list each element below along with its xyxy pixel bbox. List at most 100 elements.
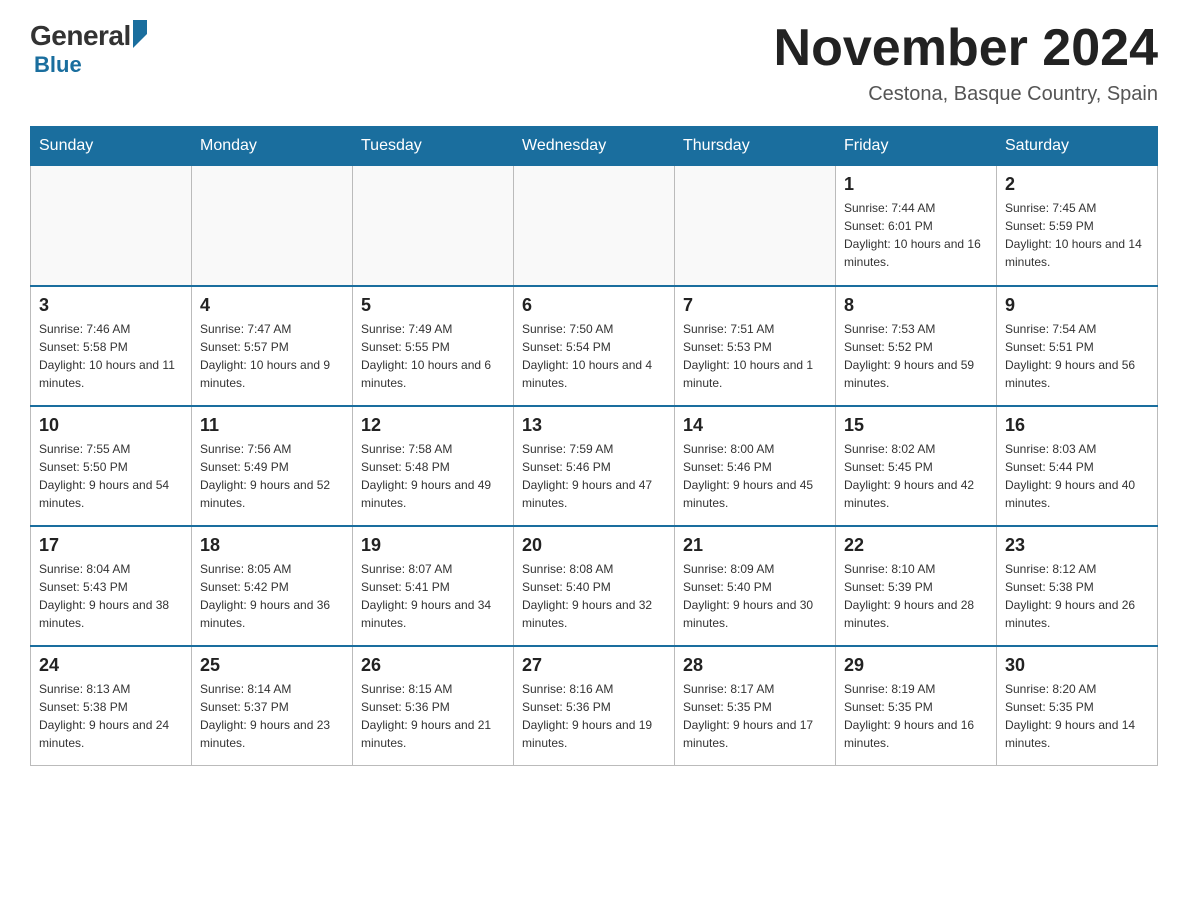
calendar-day-cell: 12 Sunrise: 7:58 AM Sunset: 5:48 PM Dayli… xyxy=(353,406,514,526)
calendar-day-cell: 6Sunrise: 7:50 AM Sunset: 5:54 PM Daylig… xyxy=(514,286,675,406)
day-info: Sunrise: 8:08 AM Sunset: 5:40 PM Dayligh… xyxy=(522,560,666,632)
calendar-day-cell: 1Sunrise: 7:44 AM Sunset: 6:01 PM Daylig… xyxy=(836,166,997,286)
day-number: 18 xyxy=(200,535,344,556)
calendar-day-cell: 26 Sunrise: 8:15 AM Sunset: 5:36 PM Dayli… xyxy=(353,646,514,766)
calendar-day-cell xyxy=(192,166,353,286)
page-header: General Blue November 2024 Cestona, Basq… xyxy=(30,20,1158,106)
calendar-day-cell: 14Sunrise: 8:00 AM Sunset: 5:46 PM Dayli… xyxy=(675,406,836,526)
day-of-week-header: Monday xyxy=(192,127,353,166)
day-info: Sunrise: 7:58 AM Sunset: 5:48 PM Dayligh… xyxy=(361,440,505,512)
day-info: Sunrise: 8:02 AM Sunset: 5:45 PM Dayligh… xyxy=(844,440,988,512)
day-number: 24 xyxy=(39,655,183,676)
calendar-day-cell: 27 Sunrise: 8:16 AM Sunset: 5:36 PM Dayli… xyxy=(514,646,675,766)
day-number: 1 xyxy=(844,174,988,195)
calendar-day-cell xyxy=(514,166,675,286)
day-info: Sunrise: 8:03 AM Sunset: 5:44 PM Dayligh… xyxy=(1005,440,1149,512)
calendar-day-cell: 2 Sunrise: 7:45 AM Sunset: 5:59 PM Daylig… xyxy=(997,166,1158,286)
day-number: 8 xyxy=(844,295,988,316)
day-number: 11 xyxy=(200,415,344,436)
day-of-week-header: Tuesday xyxy=(353,127,514,166)
calendar-day-cell: 28 Sunrise: 8:17 AM Sunset: 5:35 PM Dayli… xyxy=(675,646,836,766)
calendar-day-cell: 30 Sunrise: 8:20 AM Sunset: 5:35 PM Dayli… xyxy=(997,646,1158,766)
calendar-day-cell: 22 Sunrise: 8:10 AM Sunset: 5:39 PM Dayli… xyxy=(836,526,997,646)
calendar-day-cell: 13 Sunrise: 7:59 AM Sunset: 5:46 PM Dayli… xyxy=(514,406,675,526)
calendar-day-cell: 9 Sunrise: 7:54 AM Sunset: 5:51 PM Daylig… xyxy=(997,286,1158,406)
calendar-table: SundayMondayTuesdayWednesdayThursdayFrid… xyxy=(30,126,1158,766)
logo-triangle-icon xyxy=(133,20,147,48)
calendar-day-cell: 25 Sunrise: 8:14 AM Sunset: 5:37 PM Dayli… xyxy=(192,646,353,766)
day-info: Sunrise: 8:16 AM Sunset: 5:36 PM Dayligh… xyxy=(522,680,666,752)
day-of-week-header: Wednesday xyxy=(514,127,675,166)
calendar-day-cell: 7 Sunrise: 7:51 AM Sunset: 5:53 PM Daylig… xyxy=(675,286,836,406)
day-number: 30 xyxy=(1005,655,1149,676)
day-number: 20 xyxy=(522,535,666,556)
day-number: 9 xyxy=(1005,295,1149,316)
day-info: Sunrise: 8:05 AM Sunset: 5:42 PM Dayligh… xyxy=(200,560,344,632)
calendar-week-row: 3 Sunrise: 7:46 AM Sunset: 5:58 PM Daylig… xyxy=(31,286,1158,406)
calendar-day-cell: 3 Sunrise: 7:46 AM Sunset: 5:58 PM Daylig… xyxy=(31,286,192,406)
day-number: 22 xyxy=(844,535,988,556)
day-info: Sunrise: 7:53 AM Sunset: 5:52 PM Dayligh… xyxy=(844,320,988,392)
logo: General Blue xyxy=(30,20,147,78)
calendar-day-cell: 21 Sunrise: 8:09 AM Sunset: 5:40 PM Dayli… xyxy=(675,526,836,646)
day-number: 2 xyxy=(1005,174,1149,195)
day-number: 29 xyxy=(844,655,988,676)
calendar-day-cell xyxy=(31,166,192,286)
day-number: 13 xyxy=(522,415,666,436)
calendar-day-cell: 16Sunrise: 8:03 AM Sunset: 5:44 PM Dayli… xyxy=(997,406,1158,526)
day-number: 5 xyxy=(361,295,505,316)
day-info: Sunrise: 8:07 AM Sunset: 5:41 PM Dayligh… xyxy=(361,560,505,632)
day-number: 17 xyxy=(39,535,183,556)
day-info: Sunrise: 7:54 AM Sunset: 5:51 PM Dayligh… xyxy=(1005,320,1149,392)
location-subtitle: Cestona, Basque Country, Spain xyxy=(774,83,1158,106)
calendar-day-cell: 10 Sunrise: 7:55 AM Sunset: 5:50 PM Dayli… xyxy=(31,406,192,526)
calendar-week-row: 24 Sunrise: 8:13 AM Sunset: 5:38 PM Dayli… xyxy=(31,646,1158,766)
day-info: Sunrise: 8:00 AM Sunset: 5:46 PM Dayligh… xyxy=(683,440,827,512)
calendar-day-cell: 20 Sunrise: 8:08 AM Sunset: 5:40 PM Dayli… xyxy=(514,526,675,646)
calendar-day-cell: 29 Sunrise: 8:19 AM Sunset: 5:35 PM Dayli… xyxy=(836,646,997,766)
day-number: 7 xyxy=(683,295,827,316)
month-title: November 2024 xyxy=(774,20,1158,77)
day-info: Sunrise: 8:19 AM Sunset: 5:35 PM Dayligh… xyxy=(844,680,988,752)
day-info: Sunrise: 7:55 AM Sunset: 5:50 PM Dayligh… xyxy=(39,440,183,512)
day-info: Sunrise: 7:46 AM Sunset: 5:58 PM Dayligh… xyxy=(39,320,183,392)
day-info: Sunrise: 8:15 AM Sunset: 5:36 PM Dayligh… xyxy=(361,680,505,752)
day-info: Sunrise: 8:17 AM Sunset: 5:35 PM Dayligh… xyxy=(683,680,827,752)
day-number: 3 xyxy=(39,295,183,316)
day-info: Sunrise: 8:13 AM Sunset: 5:38 PM Dayligh… xyxy=(39,680,183,752)
day-number: 4 xyxy=(200,295,344,316)
day-number: 27 xyxy=(522,655,666,676)
day-info: Sunrise: 7:56 AM Sunset: 5:49 PM Dayligh… xyxy=(200,440,344,512)
logo-blue-text: Blue xyxy=(34,52,82,78)
day-of-week-header: Friday xyxy=(836,127,997,166)
day-number: 21 xyxy=(683,535,827,556)
day-of-week-header: Sunday xyxy=(31,127,192,166)
calendar-day-cell: 5Sunrise: 7:49 AM Sunset: 5:55 PM Daylig… xyxy=(353,286,514,406)
calendar-day-cell: 23Sunrise: 8:12 AM Sunset: 5:38 PM Dayli… xyxy=(997,526,1158,646)
day-info: Sunrise: 8:04 AM Sunset: 5:43 PM Dayligh… xyxy=(39,560,183,632)
calendar-day-cell: 24 Sunrise: 8:13 AM Sunset: 5:38 PM Dayli… xyxy=(31,646,192,766)
day-number: 26 xyxy=(361,655,505,676)
day-info: Sunrise: 7:47 AM Sunset: 5:57 PM Dayligh… xyxy=(200,320,344,392)
day-info: Sunrise: 7:45 AM Sunset: 5:59 PM Dayligh… xyxy=(1005,199,1149,271)
day-of-week-header: Thursday xyxy=(675,127,836,166)
day-number: 19 xyxy=(361,535,505,556)
day-number: 28 xyxy=(683,655,827,676)
day-info: Sunrise: 8:14 AM Sunset: 5:37 PM Dayligh… xyxy=(200,680,344,752)
day-info: Sunrise: 8:10 AM Sunset: 5:39 PM Dayligh… xyxy=(844,560,988,632)
day-info: Sunrise: 7:51 AM Sunset: 5:53 PM Dayligh… xyxy=(683,320,827,392)
day-number: 10 xyxy=(39,415,183,436)
title-section: November 2024 Cestona, Basque Country, S… xyxy=(774,20,1158,106)
day-of-week-header: Saturday xyxy=(997,127,1158,166)
day-info: Sunrise: 7:59 AM Sunset: 5:46 PM Dayligh… xyxy=(522,440,666,512)
day-info: Sunrise: 8:20 AM Sunset: 5:35 PM Dayligh… xyxy=(1005,680,1149,752)
day-number: 25 xyxy=(200,655,344,676)
day-number: 6 xyxy=(522,295,666,316)
calendar-day-cell xyxy=(353,166,514,286)
calendar-day-cell: 15Sunrise: 8:02 AM Sunset: 5:45 PM Dayli… xyxy=(836,406,997,526)
day-info: Sunrise: 8:09 AM Sunset: 5:40 PM Dayligh… xyxy=(683,560,827,632)
day-number: 12 xyxy=(361,415,505,436)
calendar-week-row: 1Sunrise: 7:44 AM Sunset: 6:01 PM Daylig… xyxy=(31,166,1158,286)
calendar-header-row: SundayMondayTuesdayWednesdayThursdayFrid… xyxy=(31,127,1158,166)
calendar-day-cell xyxy=(675,166,836,286)
